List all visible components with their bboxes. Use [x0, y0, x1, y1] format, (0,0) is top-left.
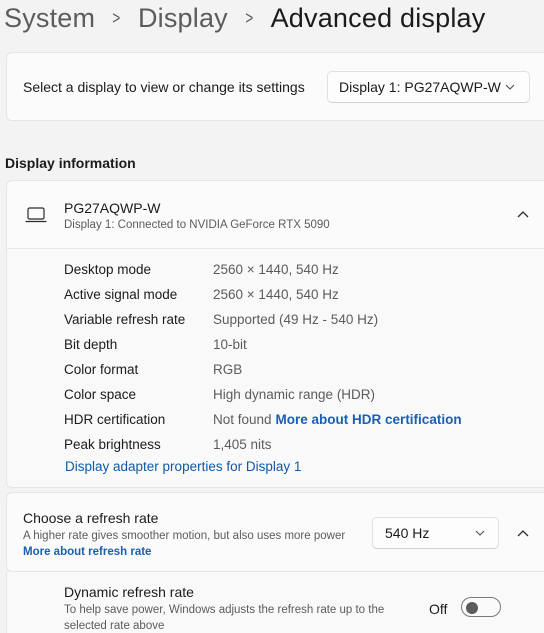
breadcrumb-system[interactable]: System: [4, 2, 95, 34]
refresh-rate-description-text: A higher rate gives smoother motion, but…: [23, 530, 346, 542]
info-value: RGB: [213, 361, 243, 377]
info-key: Color format: [64, 361, 139, 377]
select-display-card: Select a display to view or change its s…: [6, 52, 544, 121]
chevron-up-icon[interactable]: [515, 526, 531, 542]
chevron-down-icon: [505, 84, 515, 90]
info-row-bit-depth: Bit depth 10-bit: [64, 333, 247, 355]
monitor-subtitle: Display 1: Connected to NVIDIA GeForce R…: [64, 219, 330, 231]
info-value: 2560 × 1440, 540 Hz: [213, 261, 339, 277]
section-title-display-information: Display information: [5, 155, 136, 171]
info-row-peak-brightness: Peak brightness 1,405 nits: [64, 433, 272, 455]
display-info-body: Desktop mode 2560 × 1440, 540 Hz Active …: [7, 249, 544, 487]
info-value: High dynamic range (HDR): [213, 386, 376, 402]
refresh-rate-description: A higher rate gives smoother motion, but…: [23, 528, 353, 560]
display-adapter-properties-link[interactable]: Display adapter properties for Display 1: [65, 459, 301, 474]
info-value: Supported (49 Hz - 540 Hz): [213, 311, 379, 327]
info-key: Desktop mode: [64, 261, 152, 277]
select-display-label: Select a display to view or change its s…: [23, 79, 305, 95]
laptop-icon: [25, 207, 47, 223]
info-row-hdr-certification: HDR certification Not found More about H…: [64, 408, 462, 430]
breadcrumb-display[interactable]: Display: [138, 2, 228, 34]
info-key: Bit depth: [64, 336, 118, 352]
breadcrumb: System > Display > Advanced display: [4, 0, 485, 36]
page-title: Advanced display: [270, 3, 486, 33]
info-row-desktop-mode: Desktop mode 2560 × 1440, 540 Hz: [64, 258, 339, 280]
info-key: Peak brightness: [64, 436, 161, 452]
dynamic-refresh-description: To help save power, Windows adjusts the …: [64, 604, 385, 632]
dynamic-refresh-toggle-state: Off: [429, 601, 448, 617]
display-info-header[interactable]: PG27AQWP-W Display 1: Connected to NVIDI…: [7, 181, 544, 249]
info-value: 10-bit: [213, 336, 247, 352]
info-value: 2560 × 1440, 540 Hz: [213, 286, 339, 302]
advanced-display-page: System > Display > Advanced display Sele…: [0, 0, 544, 633]
info-row-variable-refresh-rate: Variable refresh rate Supported (49 Hz -…: [64, 308, 378, 330]
info-key: Color space: [64, 386, 137, 402]
info-value: Not found: [213, 411, 272, 427]
chevron-right-icon: >: [112, 8, 121, 28]
chevron-up-icon[interactable]: [515, 207, 531, 223]
info-row-active-signal-mode: Active signal mode 2560 × 1440, 540 Hz: [64, 283, 339, 305]
display-select-dropdown[interactable]: Display 1: PG27AQWP-W: [327, 71, 530, 103]
display-info-card: PG27AQWP-W Display 1: Connected to NVIDI…: [6, 180, 544, 488]
display-select-value: Display 1: PG27AQWP-W: [339, 79, 501, 95]
info-row-color-format: Color format RGB: [64, 358, 242, 380]
monitor-name: PG27AQWP-W: [64, 200, 161, 216]
chevron-down-icon: [475, 530, 485, 536]
dynamic-refresh-toggle[interactable]: [461, 597, 501, 617]
refresh-rate-card: Choose a refresh rate A higher rate give…: [6, 492, 544, 572]
refresh-rate-value: 540 Hz: [385, 525, 430, 541]
toggle-knob: [466, 602, 478, 614]
info-value: 1,405 nits: [213, 436, 272, 452]
info-key: Variable refresh rate: [64, 311, 186, 327]
hdr-certification-link[interactable]: More about HDR certification: [276, 412, 462, 427]
dynamic-refresh-card: Dynamic refresh rate To help save power,…: [6, 572, 544, 633]
dynamic-refresh-title: Dynamic refresh rate: [64, 584, 194, 600]
refresh-rate-link[interactable]: More about refresh rate: [23, 546, 151, 558]
info-key: HDR certification: [64, 411, 166, 427]
refresh-rate-title: Choose a refresh rate: [23, 510, 159, 526]
info-row-color-space: Color space High dynamic range (HDR): [64, 383, 375, 405]
refresh-rate-dropdown[interactable]: 540 Hz: [372, 517, 499, 549]
info-key: Active signal mode: [64, 286, 178, 302]
chevron-right-icon: >: [245, 8, 254, 28]
